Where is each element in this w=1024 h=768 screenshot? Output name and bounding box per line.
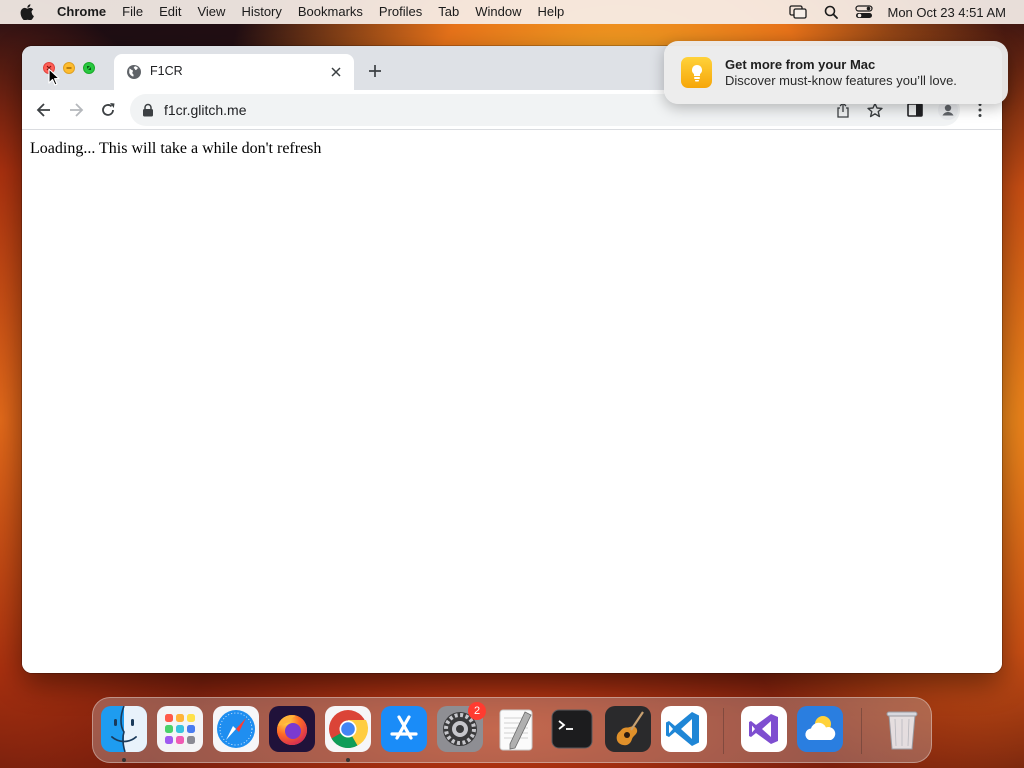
tab-title: F1CR xyxy=(150,64,183,78)
finder-icon[interactable] xyxy=(101,706,147,752)
globe-icon xyxy=(126,64,142,80)
menu-bar: Chrome File Edit View History Bookmarks … xyxy=(0,0,1024,24)
menu-view[interactable]: View xyxy=(189,0,233,24)
tab-close-icon[interactable] xyxy=(328,64,344,80)
tab-f1cr[interactable]: F1CR xyxy=(114,54,354,90)
chrome-icon[interactable] xyxy=(325,706,371,752)
control-center-icon[interactable] xyxy=(854,2,874,22)
terminal-icon[interactable] xyxy=(549,706,595,752)
trash-icon[interactable] xyxy=(879,706,925,752)
visual-studio-icon[interactable] xyxy=(741,706,787,752)
dock-separator-trash xyxy=(861,708,862,754)
status-area: Mon Oct 23 4:51 AM xyxy=(788,0,1024,24)
loading-message: Loading... This will take a while don't … xyxy=(30,140,322,157)
menu-app-chrome[interactable]: Chrome xyxy=(49,0,114,24)
lightbulb-icon xyxy=(681,57,712,88)
menu-help[interactable]: Help xyxy=(530,0,573,24)
chrome-running-indicator xyxy=(346,758,350,762)
url-text[interactable]: f1cr.glitch.me xyxy=(164,102,246,118)
spotlight-search-icon[interactable] xyxy=(821,2,841,22)
dock-separator xyxy=(723,708,724,754)
firefox-icon[interactable] xyxy=(269,706,315,752)
notification-title: Get more from your Mac xyxy=(725,57,876,72)
mouse-pointer-icon xyxy=(48,68,60,86)
forward-button[interactable] xyxy=(66,100,86,120)
menu-history[interactable]: History xyxy=(233,0,289,24)
menubar-clock[interactable]: Mon Oct 23 4:51 AM xyxy=(887,5,1006,20)
screen-mirroring-icon[interactable] xyxy=(788,2,808,22)
back-button[interactable] xyxy=(34,100,54,120)
notification-body: Discover must-know features you’ll love. xyxy=(725,73,957,88)
menu-tab[interactable]: Tab xyxy=(430,0,467,24)
system-settings-badge: 2 xyxy=(468,702,486,720)
finder-running-indicator xyxy=(122,758,126,762)
new-tab-button[interactable] xyxy=(366,62,384,80)
weather-icon[interactable] xyxy=(797,706,843,752)
menu-file[interactable]: File xyxy=(114,0,151,24)
garageband-icon[interactable] xyxy=(605,706,651,752)
app-store-icon[interactable] xyxy=(381,706,427,752)
window-minimize-button[interactable] xyxy=(63,62,75,74)
dock xyxy=(92,697,932,763)
menu-bookmarks[interactable]: Bookmarks xyxy=(290,0,371,24)
launchpad-icon[interactable] xyxy=(157,706,203,752)
menu-edit[interactable]: Edit xyxy=(151,0,189,24)
tips-notification[interactable]: Get more from your Mac Discover must-kno… xyxy=(664,41,1008,104)
apple-menu-icon[interactable] xyxy=(17,2,37,22)
reload-button[interactable] xyxy=(98,100,118,120)
lock-icon[interactable] xyxy=(142,103,154,117)
menu-window[interactable]: Window xyxy=(467,0,529,24)
chrome-window: F1CR f1cr.glitch.me Loading... This will… xyxy=(22,46,1002,673)
menu-profiles[interactable]: Profiles xyxy=(371,0,430,24)
vscode-icon[interactable] xyxy=(661,706,707,752)
window-zoom-button[interactable] xyxy=(83,62,95,74)
page-content: Loading... This will take a while don't … xyxy=(22,131,1002,673)
textedit-icon[interactable] xyxy=(493,706,539,752)
safari-icon[interactable] xyxy=(213,706,259,752)
